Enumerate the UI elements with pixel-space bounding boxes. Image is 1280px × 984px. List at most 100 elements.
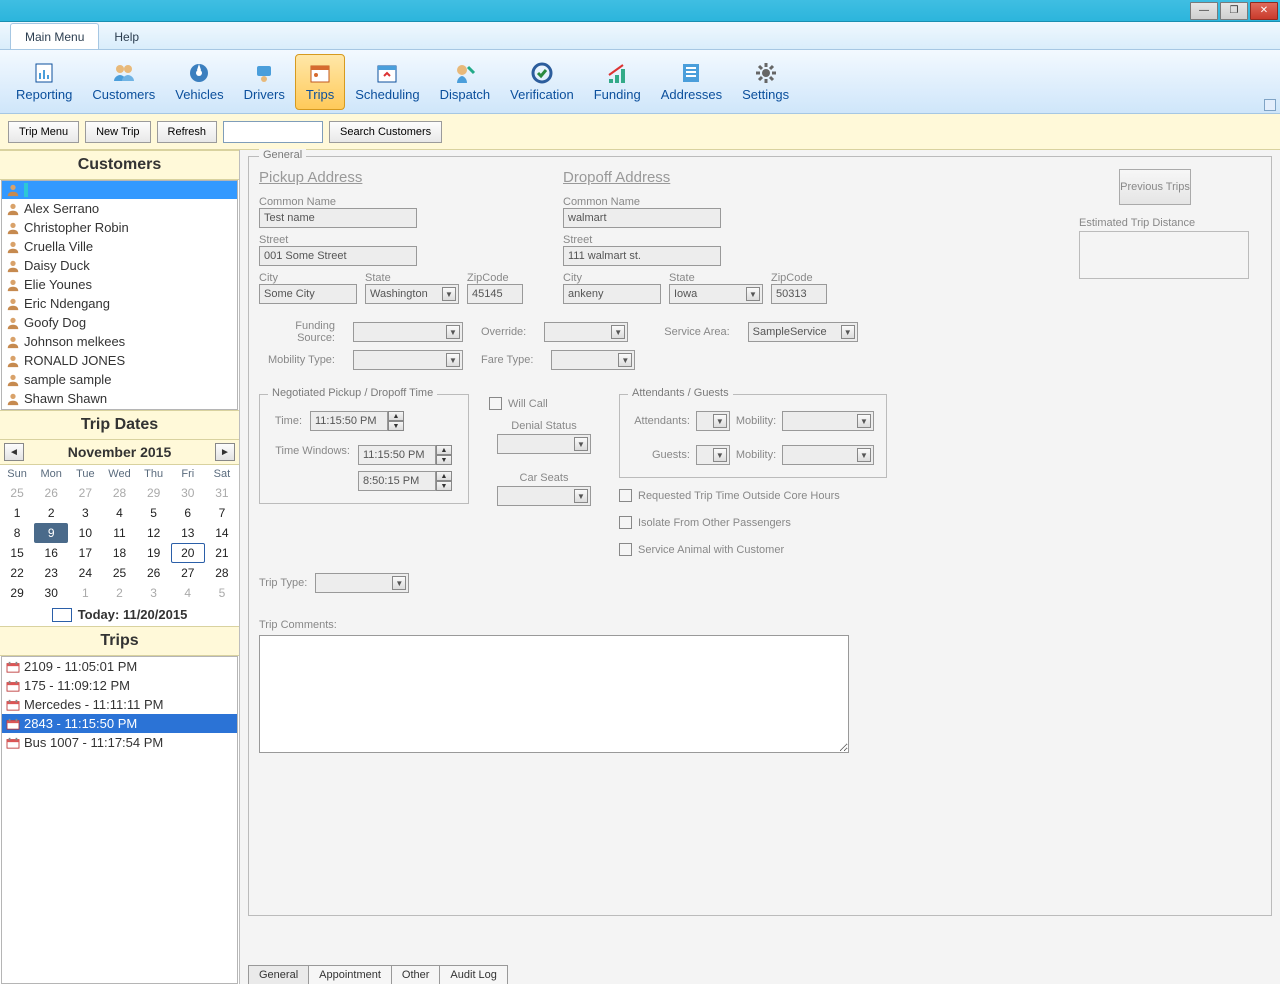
search-input[interactable] xyxy=(223,121,323,143)
ribbon-dispatch[interactable]: Dispatch xyxy=(430,54,501,110)
calendar-day[interactable]: 12 xyxy=(137,523,171,543)
customer-row[interactable]: Eric Ndengang xyxy=(2,294,237,313)
spin-down-icon[interactable]: ▼ xyxy=(436,455,452,465)
minimize-button[interactable]: — xyxy=(1190,2,1218,20)
customer-row[interactable]: Cruella Ville xyxy=(2,237,237,256)
fare-type-select[interactable]: ▼ xyxy=(551,350,635,370)
calendar-day[interactable]: 30 xyxy=(34,583,68,603)
calendar-day[interactable]: 21 xyxy=(205,543,239,563)
attendants-select[interactable]: ▼ xyxy=(696,411,730,431)
car-seats-select[interactable]: ▼ xyxy=(497,486,591,506)
trip-row[interactable]: 2109 - 11:05:01 PM xyxy=(2,657,237,676)
ribbon-settings[interactable]: Settings xyxy=(732,54,799,110)
calendar-day[interactable]: 1 xyxy=(68,583,102,603)
calendar-day[interactable]: 10 xyxy=(68,523,102,543)
customer-row[interactable]: Christopher Robin xyxy=(2,218,237,237)
customer-row[interactable]: Shawn Shawn xyxy=(2,389,237,408)
calendar-day[interactable]: 26 xyxy=(137,563,171,583)
ribbon-scheduling[interactable]: Scheduling xyxy=(345,54,429,110)
calendar-day[interactable]: 24 xyxy=(68,563,102,583)
tw2-input[interactable] xyxy=(358,471,436,491)
pickup-city-input[interactable] xyxy=(259,284,357,304)
customer-row[interactable]: Alex Serrano xyxy=(2,199,237,218)
pickup-state-select[interactable]: Washington▼ xyxy=(365,284,459,304)
new-trip-button[interactable]: New Trip xyxy=(85,121,150,143)
calendar-day[interactable]: 8 xyxy=(0,523,34,543)
calendar-day[interactable]: 15 xyxy=(0,543,34,563)
calendar-day[interactable]: 29 xyxy=(0,583,34,603)
calendar-day[interactable]: 5 xyxy=(205,583,239,603)
maximize-button[interactable]: ❐ xyxy=(1220,2,1248,20)
spin-down-icon[interactable]: ▼ xyxy=(436,481,452,491)
tab-general[interactable]: General xyxy=(248,965,309,984)
override-select[interactable]: ▼ xyxy=(544,322,628,342)
spin-down-icon[interactable]: ▼ xyxy=(388,421,404,431)
ribbon-reporting[interactable]: Reporting xyxy=(6,54,82,110)
calendar-day[interactable]: 25 xyxy=(0,483,34,503)
calendar-day[interactable]: 28 xyxy=(102,483,136,503)
tw1-spinner[interactable]: ▲▼ xyxy=(358,445,452,465)
guests-select[interactable]: ▼ xyxy=(696,445,730,465)
calendar-day[interactable]: 5 xyxy=(137,503,171,523)
calendar-day[interactable]: 7 xyxy=(205,503,239,523)
g-mobility-select[interactable]: ▼ xyxy=(782,445,874,465)
menu-help[interactable]: Help xyxy=(99,23,154,49)
pickup-zip-input[interactable] xyxy=(467,284,523,304)
close-button[interactable]: ✕ xyxy=(1250,2,1278,20)
tab-other[interactable]: Other xyxy=(391,965,441,984)
calendar-day[interactable]: 3 xyxy=(137,583,171,603)
isolate-checkbox[interactable]: Isolate From Other Passengers xyxy=(619,516,887,529)
will-call-checkbox[interactable]: Will Call xyxy=(489,397,599,410)
dropoff-zip-input[interactable] xyxy=(771,284,827,304)
service-animal-checkbox[interactable]: Service Animal with Customer xyxy=(619,543,887,556)
calendar-day[interactable]: 13 xyxy=(171,523,205,543)
dropoff-state-select[interactable]: Iowa▼ xyxy=(669,284,763,304)
time-spinner[interactable]: ▲▼ xyxy=(310,411,404,431)
calendar-day[interactable]: 2 xyxy=(102,583,136,603)
calendar-day[interactable]: 1 xyxy=(0,503,34,523)
funding-source-select[interactable]: ▼ xyxy=(353,322,463,342)
ribbon-trips[interactable]: Trips xyxy=(295,54,345,110)
calendar-day[interactable]: 28 xyxy=(205,563,239,583)
ribbon-vehicles[interactable]: Vehicles xyxy=(165,54,233,110)
calendar-day[interactable]: 16 xyxy=(34,543,68,563)
dropoff-common-name-input[interactable] xyxy=(563,208,721,228)
calendar-day[interactable]: 29 xyxy=(137,483,171,503)
spin-up-icon[interactable]: ▲ xyxy=(388,411,404,421)
calendar-day[interactable]: 17 xyxy=(68,543,102,563)
customer-row[interactable] xyxy=(2,181,237,199)
calendar-day[interactable]: 4 xyxy=(102,503,136,523)
pickup-street-input[interactable] xyxy=(259,246,417,266)
calendar-day[interactable]: 6 xyxy=(171,503,205,523)
calendar-day[interactable]: 23 xyxy=(34,563,68,583)
calendar-day[interactable]: 30 xyxy=(171,483,205,503)
calendar-day[interactable]: 19 xyxy=(137,543,171,563)
calendar-day[interactable]: 25 xyxy=(102,563,136,583)
customer-row[interactable]: RONALD JONES xyxy=(2,351,237,370)
trip-row[interactable]: Mercedes - 11:11:11 PM xyxy=(2,695,237,714)
calendar-day[interactable]: 20 xyxy=(171,543,205,563)
customer-row[interactable]: Elie Younes xyxy=(2,275,237,294)
dropoff-street-input[interactable] xyxy=(563,246,721,266)
previous-trips-button[interactable]: Previous Trips xyxy=(1119,169,1191,205)
tw1-input[interactable] xyxy=(358,445,436,465)
ribbon-verification[interactable]: Verification xyxy=(500,54,584,110)
customer-row[interactable]: sample sample xyxy=(2,370,237,389)
customer-row[interactable]: Johnson melkees xyxy=(2,332,237,351)
calendar-day[interactable]: 14 xyxy=(205,523,239,543)
refresh-button[interactable]: Refresh xyxy=(157,121,218,143)
a-mobility-select[interactable]: ▼ xyxy=(782,411,874,431)
ribbon-overflow-icon[interactable] xyxy=(1264,99,1276,111)
calendar-day[interactable]: 4 xyxy=(171,583,205,603)
tab-appointment[interactable]: Appointment xyxy=(308,965,392,984)
trips-list[interactable]: 2109 - 11:05:01 PM175 - 11:09:12 PMMerce… xyxy=(1,656,238,984)
trip-row[interactable]: 175 - 11:09:12 PM xyxy=(2,676,237,695)
spin-up-icon[interactable]: ▲ xyxy=(436,445,452,455)
tw2-spinner[interactable]: ▲▼ xyxy=(358,471,452,491)
pickup-common-name-input[interactable] xyxy=(259,208,417,228)
denial-status-select[interactable]: ▼ xyxy=(497,434,591,454)
trip-row[interactable]: 2843 - 11:15:50 PM xyxy=(2,714,237,733)
ribbon-customers[interactable]: Customers xyxy=(82,54,165,110)
calendar-day[interactable]: 9 xyxy=(34,523,68,543)
trip-type-select[interactable]: ▼ xyxy=(315,573,409,593)
